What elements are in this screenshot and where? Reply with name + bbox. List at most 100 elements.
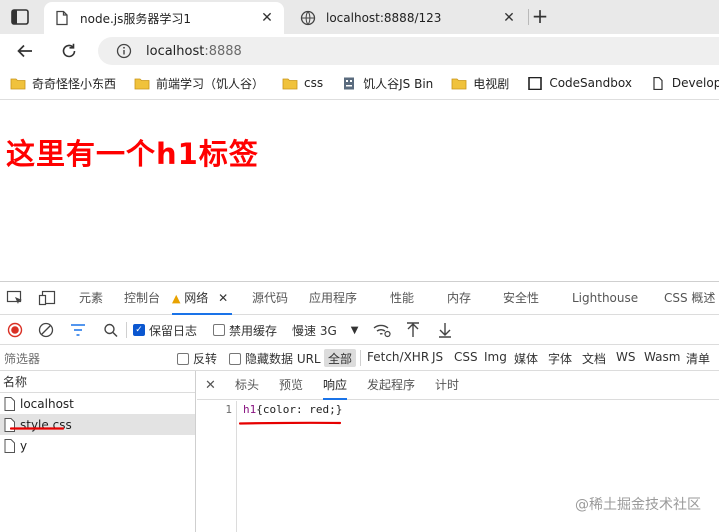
warning-icon: ▲ (172, 292, 181, 305)
filter-type-manifest[interactable]: 清单 (686, 350, 710, 367)
filter-type-js[interactable]: JS (432, 350, 443, 364)
tab-timing[interactable]: 计时 (435, 371, 459, 400)
throttling-select[interactable]: 慢速 3G ▼ (292, 322, 358, 338)
throttling-value: 慢速 3G (292, 323, 337, 338)
download-icon[interactable] (436, 322, 454, 338)
filter-input[interactable]: 筛选器 (4, 350, 40, 367)
tab-console[interactable]: 控制台 (124, 282, 160, 315)
search-icon[interactable] (102, 322, 120, 338)
request-name: localhost (20, 396, 74, 411)
arrow-left-icon (17, 44, 32, 58)
devtools-tab-bar: 元素 控制台 ▲ 网络 ✕ 源代码 应用程序 性能 内存 安全性 Lightho… (0, 282, 719, 315)
close-icon[interactable]: ✕ (218, 291, 228, 305)
bookmark-folder[interactable]: 奇奇怪怪小东西 (10, 75, 116, 92)
upload-icon[interactable] (404, 322, 422, 338)
hide-data-urls-label: 隐藏数据 URL (245, 352, 321, 366)
request-name: y (20, 438, 28, 453)
tab-headers[interactable]: 标头 (235, 371, 259, 400)
tab-lighthouse[interactable]: Lighthouse (572, 282, 638, 315)
bookmark-folder[interactable]: css (282, 76, 323, 90)
jsbin-icon (344, 77, 355, 89)
filter-type-doc[interactable]: 文档 (582, 350, 606, 367)
request-row-selected[interactable]: style.css (0, 414, 195, 435)
filter-type-img[interactable]: Img (484, 350, 507, 364)
tab-preview[interactable]: 预览 (279, 371, 303, 400)
page-viewport: 这里有一个h1标签 (0, 101, 719, 281)
tab-application[interactable]: 应用程序 (309, 282, 357, 315)
filter-type-wasm[interactable]: Wasm (644, 350, 680, 364)
record-icon[interactable] (6, 322, 24, 338)
tab-memory[interactable]: 内存 (447, 282, 471, 315)
filter-type-fetch-xhr[interactable]: Fetch/XHR (367, 350, 429, 364)
bookmark-link[interactable]: Developer (650, 76, 719, 90)
new-tab-button[interactable]: + (530, 6, 550, 27)
filter-type-font[interactable]: 字体 (548, 350, 572, 367)
bookmark-link[interactable]: 饥人谷JS Bin (341, 75, 433, 92)
checkbox-unchecked-icon (177, 352, 189, 365)
tab-node-server[interactable]: node.js服务器学习1 ✕ (44, 2, 284, 34)
checkbox-checked-icon: ✓ (133, 324, 145, 336)
checkbox-unchecked-icon (213, 324, 225, 336)
filter-type-media[interactable]: 媒体 (514, 350, 538, 367)
tab-performance[interactable]: 性能 (390, 282, 414, 315)
preserve-log-checkbox[interactable]: ✓ 保留日志 (133, 322, 197, 338)
close-icon[interactable]: ✕ (205, 378, 216, 393)
disable-cache-label: 禁用缓存 (229, 323, 278, 338)
folder-icon (451, 78, 467, 89)
inspect-icon[interactable] (6, 290, 24, 306)
tab-divider (528, 9, 529, 25)
device-toolbar-icon[interactable] (38, 290, 56, 306)
bookmark-folder[interactable]: 电视剧 (451, 75, 509, 92)
bookmark-label: 前端学习（饥人谷） (156, 76, 265, 91)
request-list: 名称 localhost style.css y (0, 371, 196, 532)
bookmark-folder[interactable]: 前端学习（饥人谷） (134, 75, 264, 92)
name-column-header[interactable]: 名称 (0, 371, 195, 393)
network-conditions-icon[interactable] (372, 322, 392, 338)
tab-security[interactable]: 安全性 (503, 282, 539, 315)
preserve-log-label: 保留日志 (149, 323, 198, 338)
tab-localhost-123[interactable]: localhost:8888/123 ✕ (290, 2, 526, 34)
back-button[interactable] (14, 40, 36, 62)
request-row[interactable]: y (0, 435, 195, 456)
square-icon (528, 76, 543, 90)
invert-checkbox[interactable]: 反转 (177, 350, 217, 367)
tab-css-overview[interactable]: CSS 概述 (664, 282, 715, 315)
page-icon (653, 76, 663, 90)
bookmark-label: 饥人谷JS Bin (363, 76, 434, 91)
css-selector: h1 (243, 403, 257, 416)
folder-icon (134, 78, 150, 89)
tab-actions-icon[interactable] (10, 8, 30, 26)
filter-type-ws[interactable]: WS (616, 350, 635, 364)
bookmark-label: Developer (671, 76, 719, 90)
line-number: 1 (197, 401, 237, 532)
close-tab-icon[interactable]: ✕ (500, 9, 518, 27)
bookmark-link[interactable]: CodeSandbox (527, 76, 632, 90)
tab-network[interactable]: ▲ 网络 ✕ (172, 282, 233, 315)
code-line[interactable]: h1{color: red;} (243, 403, 342, 416)
detail-tab-bar: ✕ 标头 预览 响应 发起程序 计时 (197, 371, 719, 400)
reload-button[interactable] (58, 40, 80, 62)
network-filter-bar: 筛选器 反转 隐藏数据 URL 全部 Fetch/XHR JS CSS Img … (0, 345, 719, 371)
tab-network-label: 网络 (184, 291, 209, 305)
request-row[interactable]: localhost (0, 393, 195, 414)
disable-cache-checkbox[interactable]: 禁用缓存 (213, 322, 277, 338)
document-icon (4, 438, 15, 453)
tab-elements[interactable]: 元素 (79, 282, 103, 315)
bookmark-label: CodeSandbox (549, 76, 632, 90)
hide-data-urls-checkbox[interactable]: 隐藏数据 URL (229, 350, 321, 367)
info-icon[interactable] (116, 43, 132, 59)
filter-icon[interactable] (69, 322, 87, 338)
tab-strip: node.js服务器学习1 ✕ localhost:8888/123 ✕ + (0, 0, 719, 34)
caret-down-icon: ▼ (350, 324, 359, 336)
tab-response[interactable]: 响应 (323, 371, 348, 400)
navigation-bar: localhost:8888 (0, 34, 719, 67)
tab-sources[interactable]: 源代码 (252, 282, 288, 315)
filter-type-css[interactable]: CSS (454, 350, 478, 364)
address-bar[interactable]: localhost:8888 (98, 37, 719, 65)
close-tab-icon[interactable]: ✕ (258, 9, 276, 27)
clear-icon[interactable] (37, 322, 55, 338)
network-toolbar: ✓ 保留日志 禁用缓存 慢速 3G ▼ (0, 315, 719, 345)
filter-type-all[interactable]: 全部 (324, 349, 357, 367)
tab-initiator[interactable]: 发起程序 (367, 371, 415, 400)
page-heading: 这里有一个h1标签 (6, 137, 259, 171)
